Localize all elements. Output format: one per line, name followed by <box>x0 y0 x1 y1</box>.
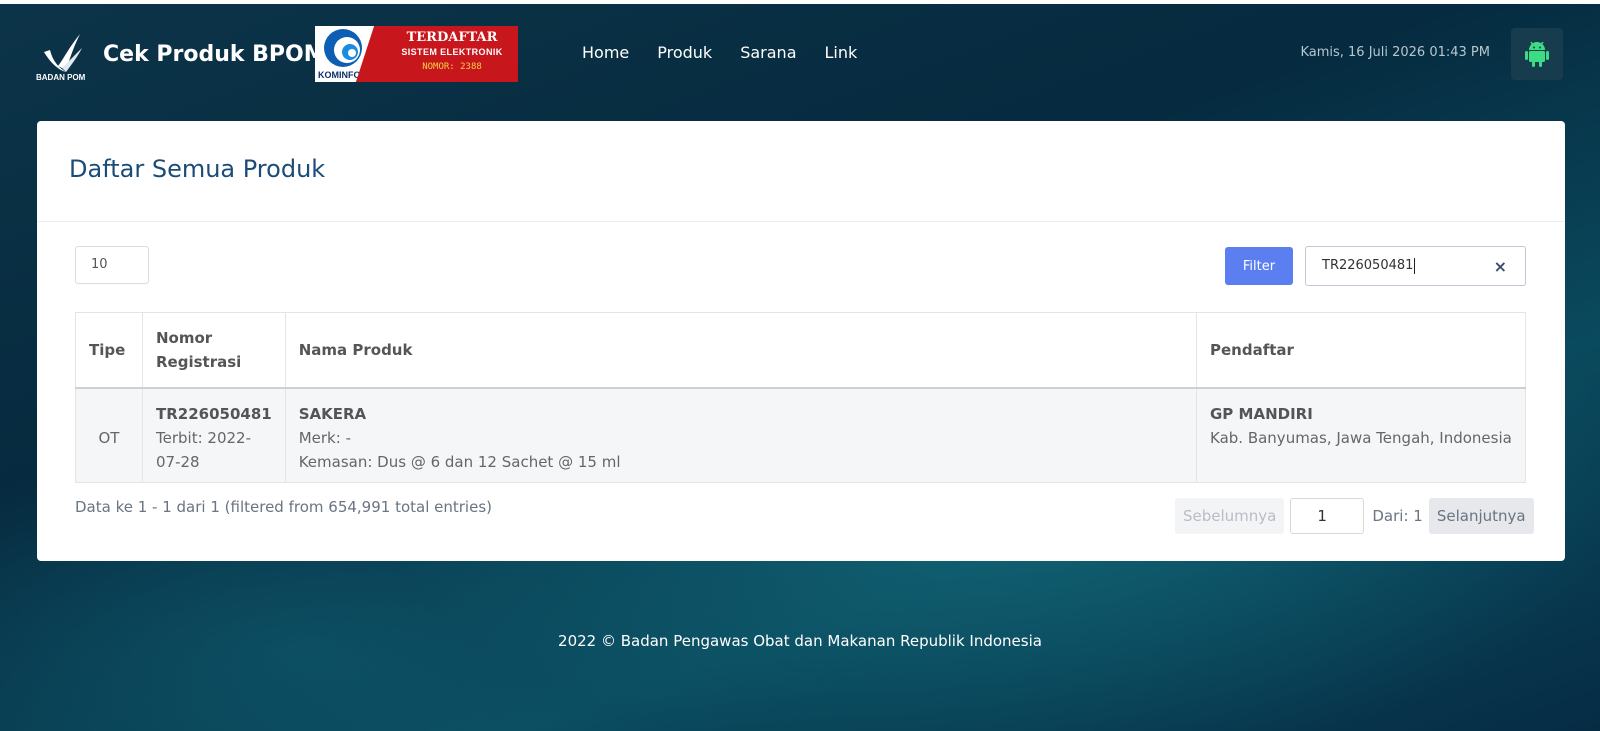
next-button[interactable]: Selanjutnya <box>1428 498 1534 534</box>
cell-tipe: OT <box>75 387 143 483</box>
bpom-logo-icon <box>44 34 82 72</box>
search-value: TR226050481 <box>1322 258 1416 274</box>
nav-home[interactable]: Home <box>582 43 629 62</box>
clear-icon[interactable]: × <box>1494 257 1507 276</box>
merk: Merk: - <box>298 429 351 447</box>
cell-nomor: TR226050481 Terbit: 2022-07-28 <box>142 387 286 483</box>
nav-sarana[interactable]: Sarana <box>740 43 796 62</box>
nav-produk[interactable]: Produk <box>657 43 712 62</box>
logo-caption: BADAN POM <box>36 73 86 82</box>
page-length-select[interactable]: 10 <box>75 246 149 284</box>
pendaftar-alamat: Kab. Banyumas, Jawa Tengah, Indonesia <box>1210 429 1512 447</box>
product-table: Tipe Nomor Registrasi Nama Produk Pendaf… <box>75 312 1526 483</box>
filter-button[interactable]: Filter <box>1225 247 1293 285</box>
kominfo-badge[interactable]: KOMINFO TERDAFTAR SISTEM ELEKTRONIK NOMO… <box>315 26 518 82</box>
table-info: Data ke 1 - 1 dari 1 (filtered from 654,… <box>75 498 492 516</box>
cell-nama-produk: SAKERA Merk: - Kemasan: Dus @ 6 dan 12 S… <box>284 387 1198 483</box>
nav-link[interactable]: Link <box>825 43 858 62</box>
header-nama-produk[interactable]: Nama Produk <box>284 312 1198 389</box>
brand-title[interactable]: Cek Produk BPOM <box>103 42 326 67</box>
page-count: Dari: 1 <box>1372 507 1423 525</box>
page-title: Daftar Semua Produk <box>69 155 326 183</box>
main-nav: Home Produk Sarana Link <box>582 43 885 62</box>
search-input[interactable]: TR226050481 × <box>1305 246 1526 286</box>
header-pendaftar[interactable]: Pendaftar <box>1196 312 1526 389</box>
pendaftar-name: GP MANDIRI <box>1210 405 1313 423</box>
header-tipe[interactable]: Tipe <box>75 312 143 389</box>
table-header-row: Tipe Nomor Registrasi Nama Produk Pendaf… <box>75 312 1526 389</box>
product-list-card: Daftar Semua Produk 10 Filter TR22605048… <box>37 121 1565 561</box>
kominfo-label: KOMINFO <box>318 70 361 80</box>
page-number-input[interactable]: 1 <box>1290 498 1365 534</box>
footer-copyright: 2022 © Badan Pengawas Obat dan Makanan R… <box>558 632 1042 650</box>
top-border <box>0 0 1600 4</box>
pagination: Sebelumnya 1 Dari: 1 Selanjutnya <box>1175 498 1534 534</box>
android-icon <box>1525 41 1549 67</box>
kominfo-line2: SISTEM ELEKTRONIK <box>401 47 503 57</box>
previous-button[interactable]: Sebelumnya <box>1175 498 1285 534</box>
datetime: Kamis, 16 Juli 2026 01:43 PM <box>1300 45 1490 60</box>
tanggal-terbit: Terbit: 2022-07-28 <box>156 429 251 471</box>
kominfo-line3: NOMOR: 2388 <box>422 62 482 72</box>
nomor-registrasi: TR226050481 <box>156 405 272 423</box>
nama-produk: SAKERA <box>298 405 367 423</box>
header-nomor-registrasi[interactable]: Nomor Registrasi <box>142 312 286 389</box>
android-app-button[interactable] <box>1511 28 1563 80</box>
kominfo-line1: TERDAFTAR <box>406 30 498 45</box>
table-row[interactable]: OT TR226050481 Terbit: 2022-07-28 SAKERA… <box>75 387 1526 483</box>
cell-pendaftar: GP MANDIRI Kab. Banyumas, Jawa Tengah, I… <box>1196 387 1526 483</box>
kemasan: Kemasan: Dus @ 6 dan 12 Sachet @ 15 ml <box>298 453 621 471</box>
